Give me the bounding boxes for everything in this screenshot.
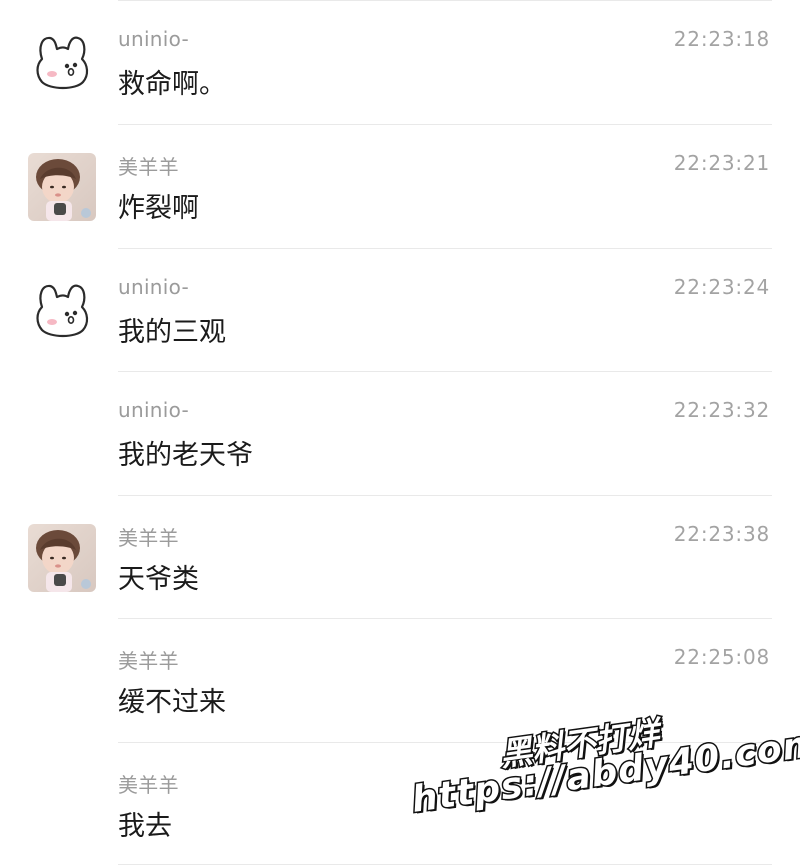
message-item[interactable]: uninio- 22:23:18 救命啊。 [0, 0, 800, 122]
girl-photo-avatar[interactable] [28, 153, 96, 221]
message-time: 22:23:24 [673, 275, 770, 299]
sender-name: 美羊羊 [118, 649, 179, 673]
message-text: 我的三观 [118, 317, 226, 348]
message-text: 炸裂啊 [118, 193, 199, 224]
message-item[interactable]: 美羊羊 22:25:08 缓不过来 [0, 618, 800, 740]
girl-photo-avatar[interactable] [28, 524, 96, 592]
sender-name: uninio- [118, 27, 190, 51]
sender-name: uninio- [118, 398, 190, 422]
message-item[interactable]: 美羊羊 22:23:21 炸裂啊 [0, 124, 800, 246]
message-time: 22:25:08 [673, 645, 770, 669]
sender-name: uninio- [118, 275, 190, 299]
chat-history-list: uninio- 22:23:18 救命啊。 美羊羊 22:23:21 炸裂啊 u… [0, 0, 800, 866]
message-text: 我的老天爷 [118, 440, 253, 471]
message-item[interactable]: 美羊羊 我去 [0, 742, 800, 864]
sender-name: 美羊羊 [118, 773, 179, 797]
sender-name: 美羊羊 [118, 155, 179, 179]
message-time: 22:23:38 [673, 522, 770, 546]
message-text: 我去 [118, 811, 172, 842]
bunny-avatar-icon[interactable] [28, 277, 96, 345]
message-time: 22:23:32 [673, 398, 770, 422]
sender-name: 美羊羊 [118, 526, 179, 550]
message-text: 缓不过来 [118, 687, 226, 718]
message-text: 救命啊。 [118, 69, 226, 100]
message-time: 22:23:18 [673, 27, 770, 51]
message-text: 天爷类 [118, 564, 199, 595]
message-item[interactable]: uninio- 22:23:32 我的老天爷 [0, 371, 800, 493]
separator [118, 864, 772, 865]
message-time: 22:23:21 [673, 151, 770, 175]
message-item[interactable]: 美羊羊 22:23:38 天爷类 [0, 495, 800, 617]
message-item[interactable]: uninio- 22:23:24 我的三观 [0, 248, 800, 370]
bunny-avatar-icon[interactable] [28, 29, 96, 97]
